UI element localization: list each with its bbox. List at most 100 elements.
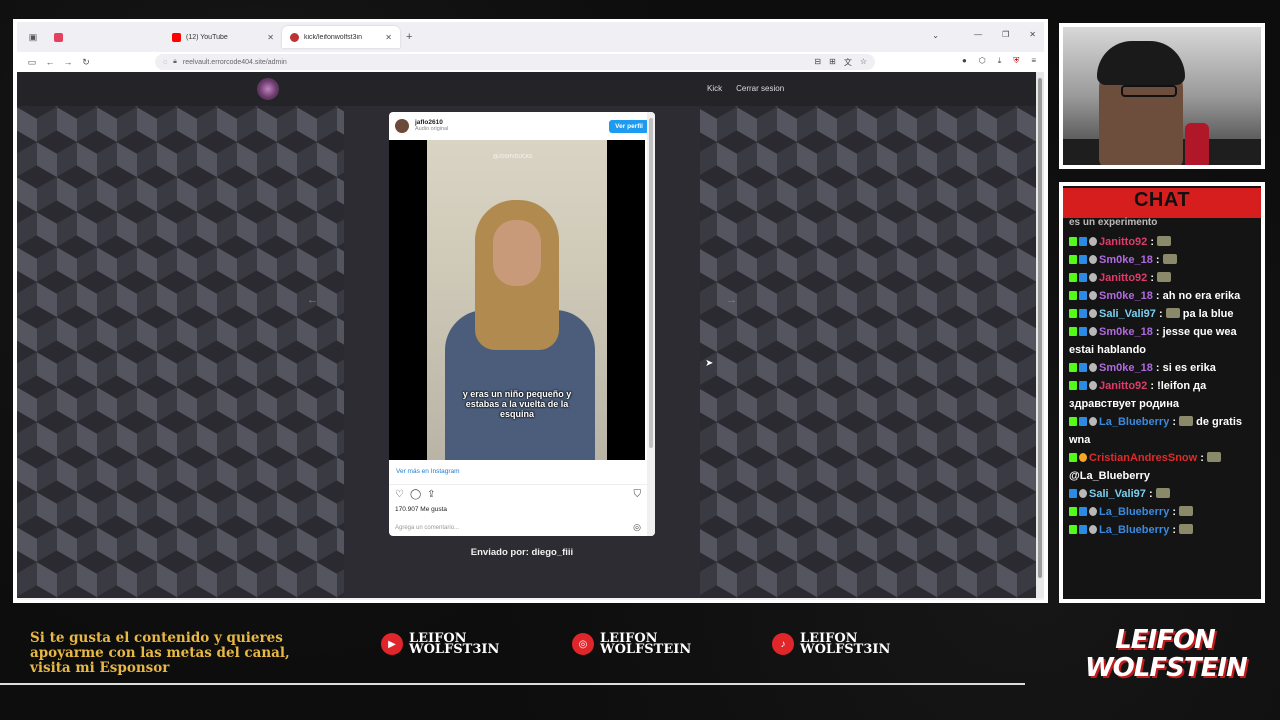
chat-title: CHAT <box>1133 189 1191 211</box>
embed-scrollbar-thumb[interactable] <box>649 118 653 448</box>
comment-icon[interactable]: ◯ <box>410 489 421 500</box>
next-arrow-icon[interactable]: → <box>726 294 737 306</box>
emote-icon <box>1165 308 1180 318</box>
minimize-icon[interactable]: — <box>974 30 982 39</box>
avatar[interactable] <box>395 119 409 133</box>
reader-icon[interactable]: ⊟ <box>814 57 821 68</box>
chat-message: Sm0ke_18 : <box>1069 251 1257 269</box>
chat-text: ah no era erika <box>1162 290 1241 302</box>
chat-username[interactable]: Janitto92 <box>1099 272 1147 284</box>
screenshot-icon[interactable]: ⊞ <box>829 57 836 68</box>
chat-message: La_Blueberry : <box>1069 503 1257 521</box>
sidebar-icon[interactable]: ▭ <box>23 57 41 68</box>
green-badge-icon <box>1069 291 1077 300</box>
page-scrollbar[interactable] <box>1036 72 1044 598</box>
chat-separator: : <box>1147 236 1158 248</box>
close-icon[interactable]: ✕ <box>385 33 392 42</box>
chat-username[interactable]: Janitto92 <box>1099 236 1147 248</box>
site-nav: Kick Cerrar sesion <box>707 84 784 93</box>
chat-username[interactable]: Sali_Vali97 <box>1099 308 1156 320</box>
green-badge-icon <box>1069 273 1077 282</box>
close-icon[interactable]: ✕ <box>267 33 274 42</box>
ublock-icon[interactable]: ⛨ <box>1013 56 1019 66</box>
nav-link-logout[interactable]: Cerrar sesion <box>736 84 784 93</box>
emote-icon <box>1155 488 1170 498</box>
green-badge-icon <box>1069 453 1077 462</box>
blue-badge-icon <box>1079 381 1087 390</box>
gray-badge-icon <box>1089 417 1097 426</box>
site-logo[interactable] <box>257 78 279 100</box>
forward-icon[interactable]: → <box>59 57 77 67</box>
downloads-icon[interactable]: ⤓ <box>998 56 1002 66</box>
chat-separator: : <box>1169 506 1180 518</box>
webcam-hair <box>1097 41 1185 85</box>
blue-badge-icon <box>1079 327 1087 336</box>
chat-username[interactable]: CristianAndresSnow <box>1089 452 1197 464</box>
lock-icon: 🔒︎ <box>173 58 177 65</box>
extensions-icon[interactable]: ⬡ <box>979 56 986 66</box>
chat-message-list: Janitto92 : Sm0ke_18 : Janitto92 : Sm0ke… <box>1069 233 1257 539</box>
view-profile-button[interactable]: Ver perfil <box>609 119 649 133</box>
heart-icon[interactable]: ♡ <box>395 489 404 500</box>
menu-icon[interactable]: ≡ <box>1031 56 1036 66</box>
tab-youtube[interactable]: (12) YouTube ✕ <box>164 26 282 48</box>
chat-username[interactable]: Janitto92 <box>1099 380 1147 392</box>
tab-kick[interactable]: kick/leifonwolfst3in ✕ <box>282 26 400 48</box>
comment-input[interactable]: Agrega un comentario... <box>395 525 459 531</box>
embed-scrollbar[interactable] <box>647 112 655 536</box>
webcam-frame <box>1059 23 1265 169</box>
video-player[interactable]: @JOSHVDUCKS y eras un niño pequeño y est… <box>389 140 645 460</box>
see-more-link[interactable]: Ver más en Instagram <box>396 468 460 475</box>
emote-icon <box>1206 452 1221 462</box>
instagram-user-block: jaflo2610 Audio original <box>415 119 448 132</box>
chat-username[interactable]: La_Blueberry <box>1099 524 1169 536</box>
nav-link-kick[interactable]: Kick <box>707 84 722 93</box>
translate-icon[interactable]: 文 <box>844 57 852 68</box>
back-icon[interactable]: ← <box>41 57 59 67</box>
reload-icon[interactable]: ↻ <box>77 57 95 68</box>
blue-badge-icon <box>1079 363 1087 372</box>
emote-icon <box>1179 416 1194 426</box>
chat-message: La_Blueberry : de gratis wna <box>1069 413 1257 449</box>
restore-icon[interactable]: ❐ <box>1002 30 1009 39</box>
sent-by-label: Enviado por: diego_fiii <box>470 547 574 558</box>
chat-username[interactable]: Sm0ke_18 <box>1099 254 1153 266</box>
emote-icon <box>1157 272 1172 282</box>
video-person-face <box>493 220 541 286</box>
chat-username[interactable]: Sali_Vali97 <box>1089 488 1146 500</box>
tiktok-icon: ♪ <box>772 633 794 655</box>
gray-badge-icon <box>1089 525 1097 534</box>
social-instagram-text: LEIFON WOLFSTEIN <box>600 632 692 657</box>
chat-username[interactable]: Sm0ke_18 <box>1099 326 1153 338</box>
instagram-audio[interactable]: Audio original <box>415 126 448 132</box>
instagram-favicon-icon <box>54 32 63 42</box>
star-icon[interactable]: ☆ <box>860 57 867 68</box>
tab-instagram[interactable] <box>46 26 164 48</box>
tab-actions-icon[interactable]: ▣ <box>26 30 40 44</box>
url-bar[interactable]: ◌ 🔒︎ reelvault.errorcode404.site/admin ⊟… <box>155 54 875 70</box>
social-line2: WOLFST3IN <box>800 642 891 657</box>
gray-badge-icon <box>1089 309 1097 318</box>
blue-badge-icon <box>1079 255 1087 264</box>
chat-username[interactable]: Sm0ke_18 <box>1099 362 1153 374</box>
instagram-icon[interactable]: ◎ <box>633 522 641 533</box>
share-icon[interactable]: ⇪ <box>427 489 435 500</box>
chat-username[interactable]: Sm0ke_18 <box>1099 290 1153 302</box>
chat-username[interactable]: La_Blueberry <box>1099 416 1169 428</box>
social-line2: WOLFSTEIN <box>600 642 692 657</box>
chat-username[interactable]: La_Blueberry <box>1099 506 1169 518</box>
close-icon[interactable]: ✕ <box>1029 30 1036 39</box>
social-tiktok: ♪ LEIFON WOLFST3IN <box>772 632 891 657</box>
chat-separator: : <box>1152 290 1163 302</box>
prev-arrow-icon[interactable]: ← <box>307 294 318 306</box>
bookmark-icon[interactable]: ⛉ <box>634 489 642 500</box>
nav-toolbar: ▭ ← → ↻ ◌ 🔒︎ reelvault.errorcode404.site… <box>17 52 1044 72</box>
account-icon[interactable]: ● <box>962 56 967 66</box>
chevron-down-icon[interactable]: ⌄ <box>932 31 939 40</box>
url-actions: ⊟ ⊞ 文 ☆ <box>814 57 867 68</box>
tab-label: (12) YouTube <box>186 33 228 41</box>
page-scrollbar-thumb[interactable] <box>1038 78 1042 578</box>
new-tab-icon[interactable]: + <box>406 31 412 43</box>
chat-text: pa la blue <box>1182 308 1234 320</box>
footer-divider <box>0 683 1025 685</box>
